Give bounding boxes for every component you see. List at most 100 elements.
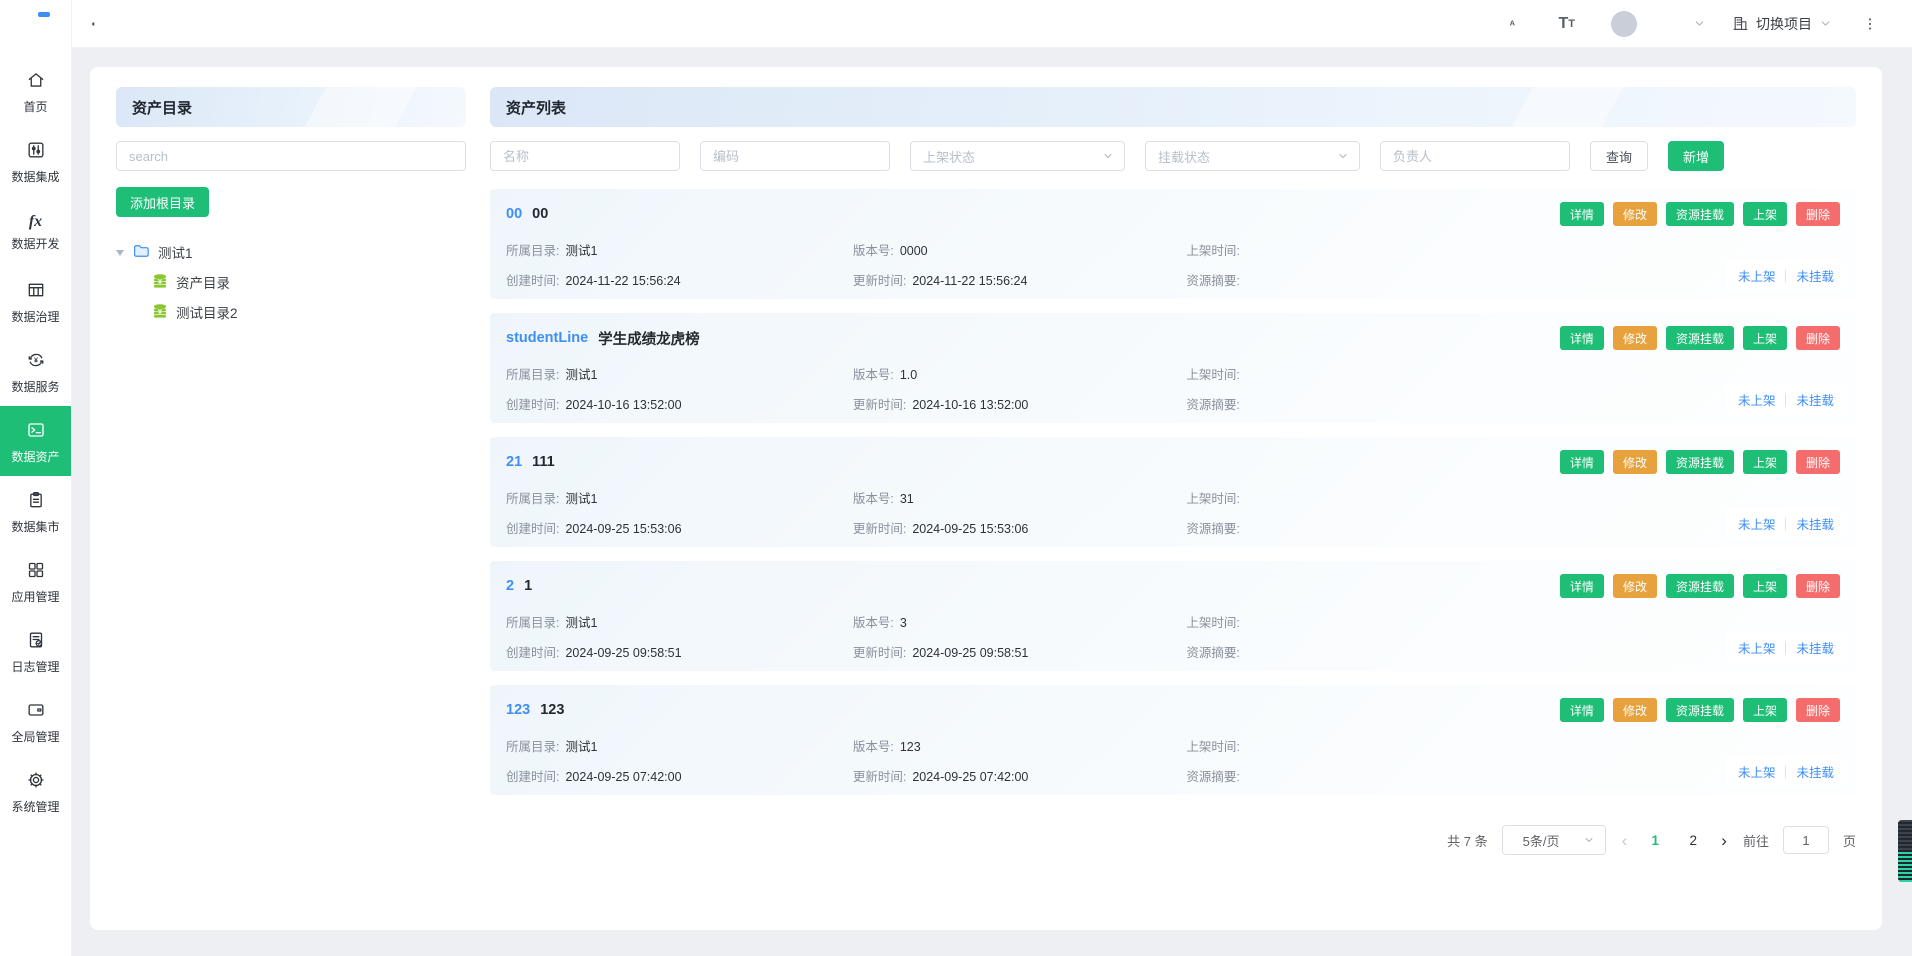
asset-code-link[interactable]: studentLine bbox=[506, 330, 588, 346]
asset-code-link[interactable]: 21 bbox=[506, 454, 522, 470]
prev-page-button[interactable]: ‹ bbox=[1620, 832, 1630, 849]
field-label: 版本号: bbox=[853, 492, 894, 506]
asset-actions: 详情 修改 资源挂载 上架 删除 bbox=[1560, 202, 1840, 226]
watermark-a-icon[interactable]: A bbox=[1504, 14, 1524, 34]
shelf-button[interactable]: 上架 bbox=[1743, 450, 1787, 474]
field-label: 更新时间: bbox=[853, 398, 906, 412]
query-button[interactable]: 查询 bbox=[1590, 141, 1648, 171]
asset-actions: 详情 修改 资源挂载 上架 删除 bbox=[1560, 698, 1840, 722]
sidebar-item-data-development[interactable]: fx 数据开发 bbox=[0, 196, 71, 266]
clipboard-icon bbox=[26, 490, 46, 515]
sidebar-item-global-management[interactable]: 全局管理 bbox=[0, 686, 71, 756]
field-label: 版本号: bbox=[853, 244, 894, 258]
detail-button[interactable]: 详情 bbox=[1560, 698, 1604, 722]
code-filter-input[interactable] bbox=[700, 141, 890, 171]
detail-button[interactable]: 详情 bbox=[1560, 450, 1604, 474]
delete-button[interactable]: 删除 bbox=[1796, 202, 1840, 226]
next-page-button[interactable]: › bbox=[1719, 832, 1729, 849]
tree-node-root[interactable]: 测试1 bbox=[116, 237, 466, 267]
sidebar-nav: 首页 数据集成 fx 数据开发 数据治理 ¥ 数据服务 数据资产 数据集市 bbox=[0, 56, 71, 826]
not-shelved-link[interactable]: 未上架 bbox=[1738, 266, 1776, 285]
not-mounted-link[interactable]: 未挂载 bbox=[1796, 390, 1834, 409]
detail-button[interactable]: 详情 bbox=[1560, 326, 1604, 350]
shelf-status-select[interactable]: 上架状态 bbox=[910, 141, 1125, 171]
detail-button[interactable]: 详情 bbox=[1560, 202, 1604, 226]
tree-node-label: 资产目录 bbox=[176, 272, 230, 292]
delete-button[interactable]: 删除 bbox=[1796, 450, 1840, 474]
asset-details: 所属目录:测试1 版本号:1.0 上架时间: 创建时间:2024-10-16 1… bbox=[506, 364, 1840, 413]
modify-button[interactable]: 修改 bbox=[1613, 574, 1657, 598]
font-size-icon[interactable]: TT bbox=[1558, 15, 1575, 33]
not-mounted-link[interactable]: 未挂载 bbox=[1796, 266, 1834, 285]
svg-text:¥: ¥ bbox=[34, 356, 38, 364]
resource-mount-button[interactable]: 资源挂载 bbox=[1666, 698, 1734, 722]
resource-mount-button[interactable]: 资源挂载 bbox=[1666, 326, 1734, 350]
page-number[interactable]: 2 bbox=[1681, 833, 1705, 848]
shelf-button[interactable]: 上架 bbox=[1743, 326, 1787, 350]
sidebar-item-data-service[interactable]: ¥ 数据服务 bbox=[0, 336, 71, 406]
shelf-button[interactable]: 上架 bbox=[1743, 202, 1787, 226]
avatar[interactable] bbox=[1611, 11, 1637, 37]
add-root-directory-button[interactable]: 添加根目录 bbox=[116, 187, 209, 217]
tree-node-child[interactable]: ¥ 测试目录2 bbox=[152, 297, 466, 327]
delete-button[interactable]: 删除 bbox=[1796, 326, 1840, 350]
modify-button[interactable]: 修改 bbox=[1613, 202, 1657, 226]
add-asset-button[interactable]: 新增 bbox=[1668, 141, 1724, 171]
resource-mount-button[interactable]: 资源挂载 bbox=[1666, 202, 1734, 226]
switch-project-button[interactable]: 切换项目 bbox=[1732, 14, 1832, 34]
name-filter-input[interactable] bbox=[490, 141, 680, 171]
sidebar-item-label: 首页 bbox=[23, 101, 47, 113]
edge-drag-handle[interactable] bbox=[1898, 820, 1912, 882]
status-links: 未上架 未挂载 bbox=[1726, 756, 1846, 787]
asset-item: 00 00 详情 修改 资源挂载 上架 删除 所属目录:测试1 版本号:0000 bbox=[490, 189, 1856, 299]
sidebar-item-app-management[interactable]: 应用管理 bbox=[0, 546, 71, 616]
field-label: 创建时间: bbox=[506, 770, 559, 784]
resource-mount-button[interactable]: 资源挂载 bbox=[1666, 574, 1734, 598]
sidebar-item-home[interactable]: 首页 bbox=[0, 56, 71, 126]
modify-button[interactable]: 修改 bbox=[1613, 450, 1657, 474]
not-mounted-link[interactable]: 未挂载 bbox=[1796, 638, 1834, 657]
chevron-down-icon bbox=[1102, 150, 1114, 162]
goto-page-input[interactable] bbox=[1783, 826, 1829, 854]
not-shelved-link[interactable]: 未上架 bbox=[1738, 514, 1776, 533]
sidebar-item-log-management[interactable]: 日志管理 bbox=[0, 616, 71, 686]
chevron-down-icon[interactable] bbox=[1693, 17, 1706, 30]
field-label: 资源摘要: bbox=[1186, 770, 1239, 784]
field-value: 2024-10-16 13:52:00 bbox=[912, 398, 1028, 412]
shelf-button[interactable]: 上架 bbox=[1743, 698, 1787, 722]
modify-button[interactable]: 修改 bbox=[1613, 698, 1657, 722]
asset-details: 所属目录:测试1 版本号:123 上架时间: 创建时间:2024-09-25 0… bbox=[506, 736, 1840, 785]
not-shelved-link[interactable]: 未上架 bbox=[1738, 762, 1776, 781]
modify-button[interactable]: 修改 bbox=[1613, 326, 1657, 350]
resource-mount-button[interactable]: 资源挂载 bbox=[1666, 450, 1734, 474]
detail-button[interactable]: 详情 bbox=[1560, 574, 1604, 598]
asset-code-link[interactable]: 00 bbox=[506, 206, 522, 222]
asset-code-link[interactable]: 2 bbox=[506, 578, 514, 594]
not-mounted-link[interactable]: 未挂载 bbox=[1796, 762, 1834, 781]
shelf-button[interactable]: 上架 bbox=[1743, 574, 1787, 598]
asset-name: 1 bbox=[524, 578, 532, 594]
caret-down-icon[interactable] bbox=[116, 250, 124, 260]
divider bbox=[1785, 518, 1786, 530]
sidebar-item-system-management[interactable]: 系统管理 bbox=[0, 756, 71, 826]
page-number[interactable]: 1 bbox=[1643, 833, 1667, 848]
sidebar-item-data-mart[interactable]: 数据集市 bbox=[0, 476, 71, 546]
tree-node-child[interactable]: ¥ 资产目录 bbox=[152, 267, 466, 297]
not-shelved-link[interactable]: 未上架 bbox=[1738, 638, 1776, 657]
catalog-search-input[interactable] bbox=[116, 141, 466, 171]
sidebar-item-data-integration[interactable]: 数据集成 bbox=[0, 126, 71, 196]
collapse-menu-icon[interactable] bbox=[88, 14, 108, 34]
not-mounted-link[interactable]: 未挂载 bbox=[1796, 514, 1834, 533]
kebab-menu-icon[interactable] bbox=[1862, 15, 1878, 33]
sidebar-item-data-governance[interactable]: 数据治理 bbox=[0, 266, 71, 336]
sidebar-item-data-asset[interactable]: 数据资产 bbox=[0, 406, 71, 476]
asset-code-link[interactable]: 123 bbox=[506, 702, 530, 718]
field-label: 所属目录: bbox=[506, 244, 559, 258]
sidebar-item-label: 数据治理 bbox=[11, 311, 59, 323]
owner-filter-input[interactable] bbox=[1380, 141, 1570, 171]
mount-status-select[interactable]: 挂载状态 bbox=[1145, 141, 1360, 171]
not-shelved-link[interactable]: 未上架 bbox=[1738, 390, 1776, 409]
delete-button[interactable]: 删除 bbox=[1796, 574, 1840, 598]
page-size-select[interactable]: 5条/页 bbox=[1502, 825, 1606, 855]
delete-button[interactable]: 删除 bbox=[1796, 698, 1840, 722]
